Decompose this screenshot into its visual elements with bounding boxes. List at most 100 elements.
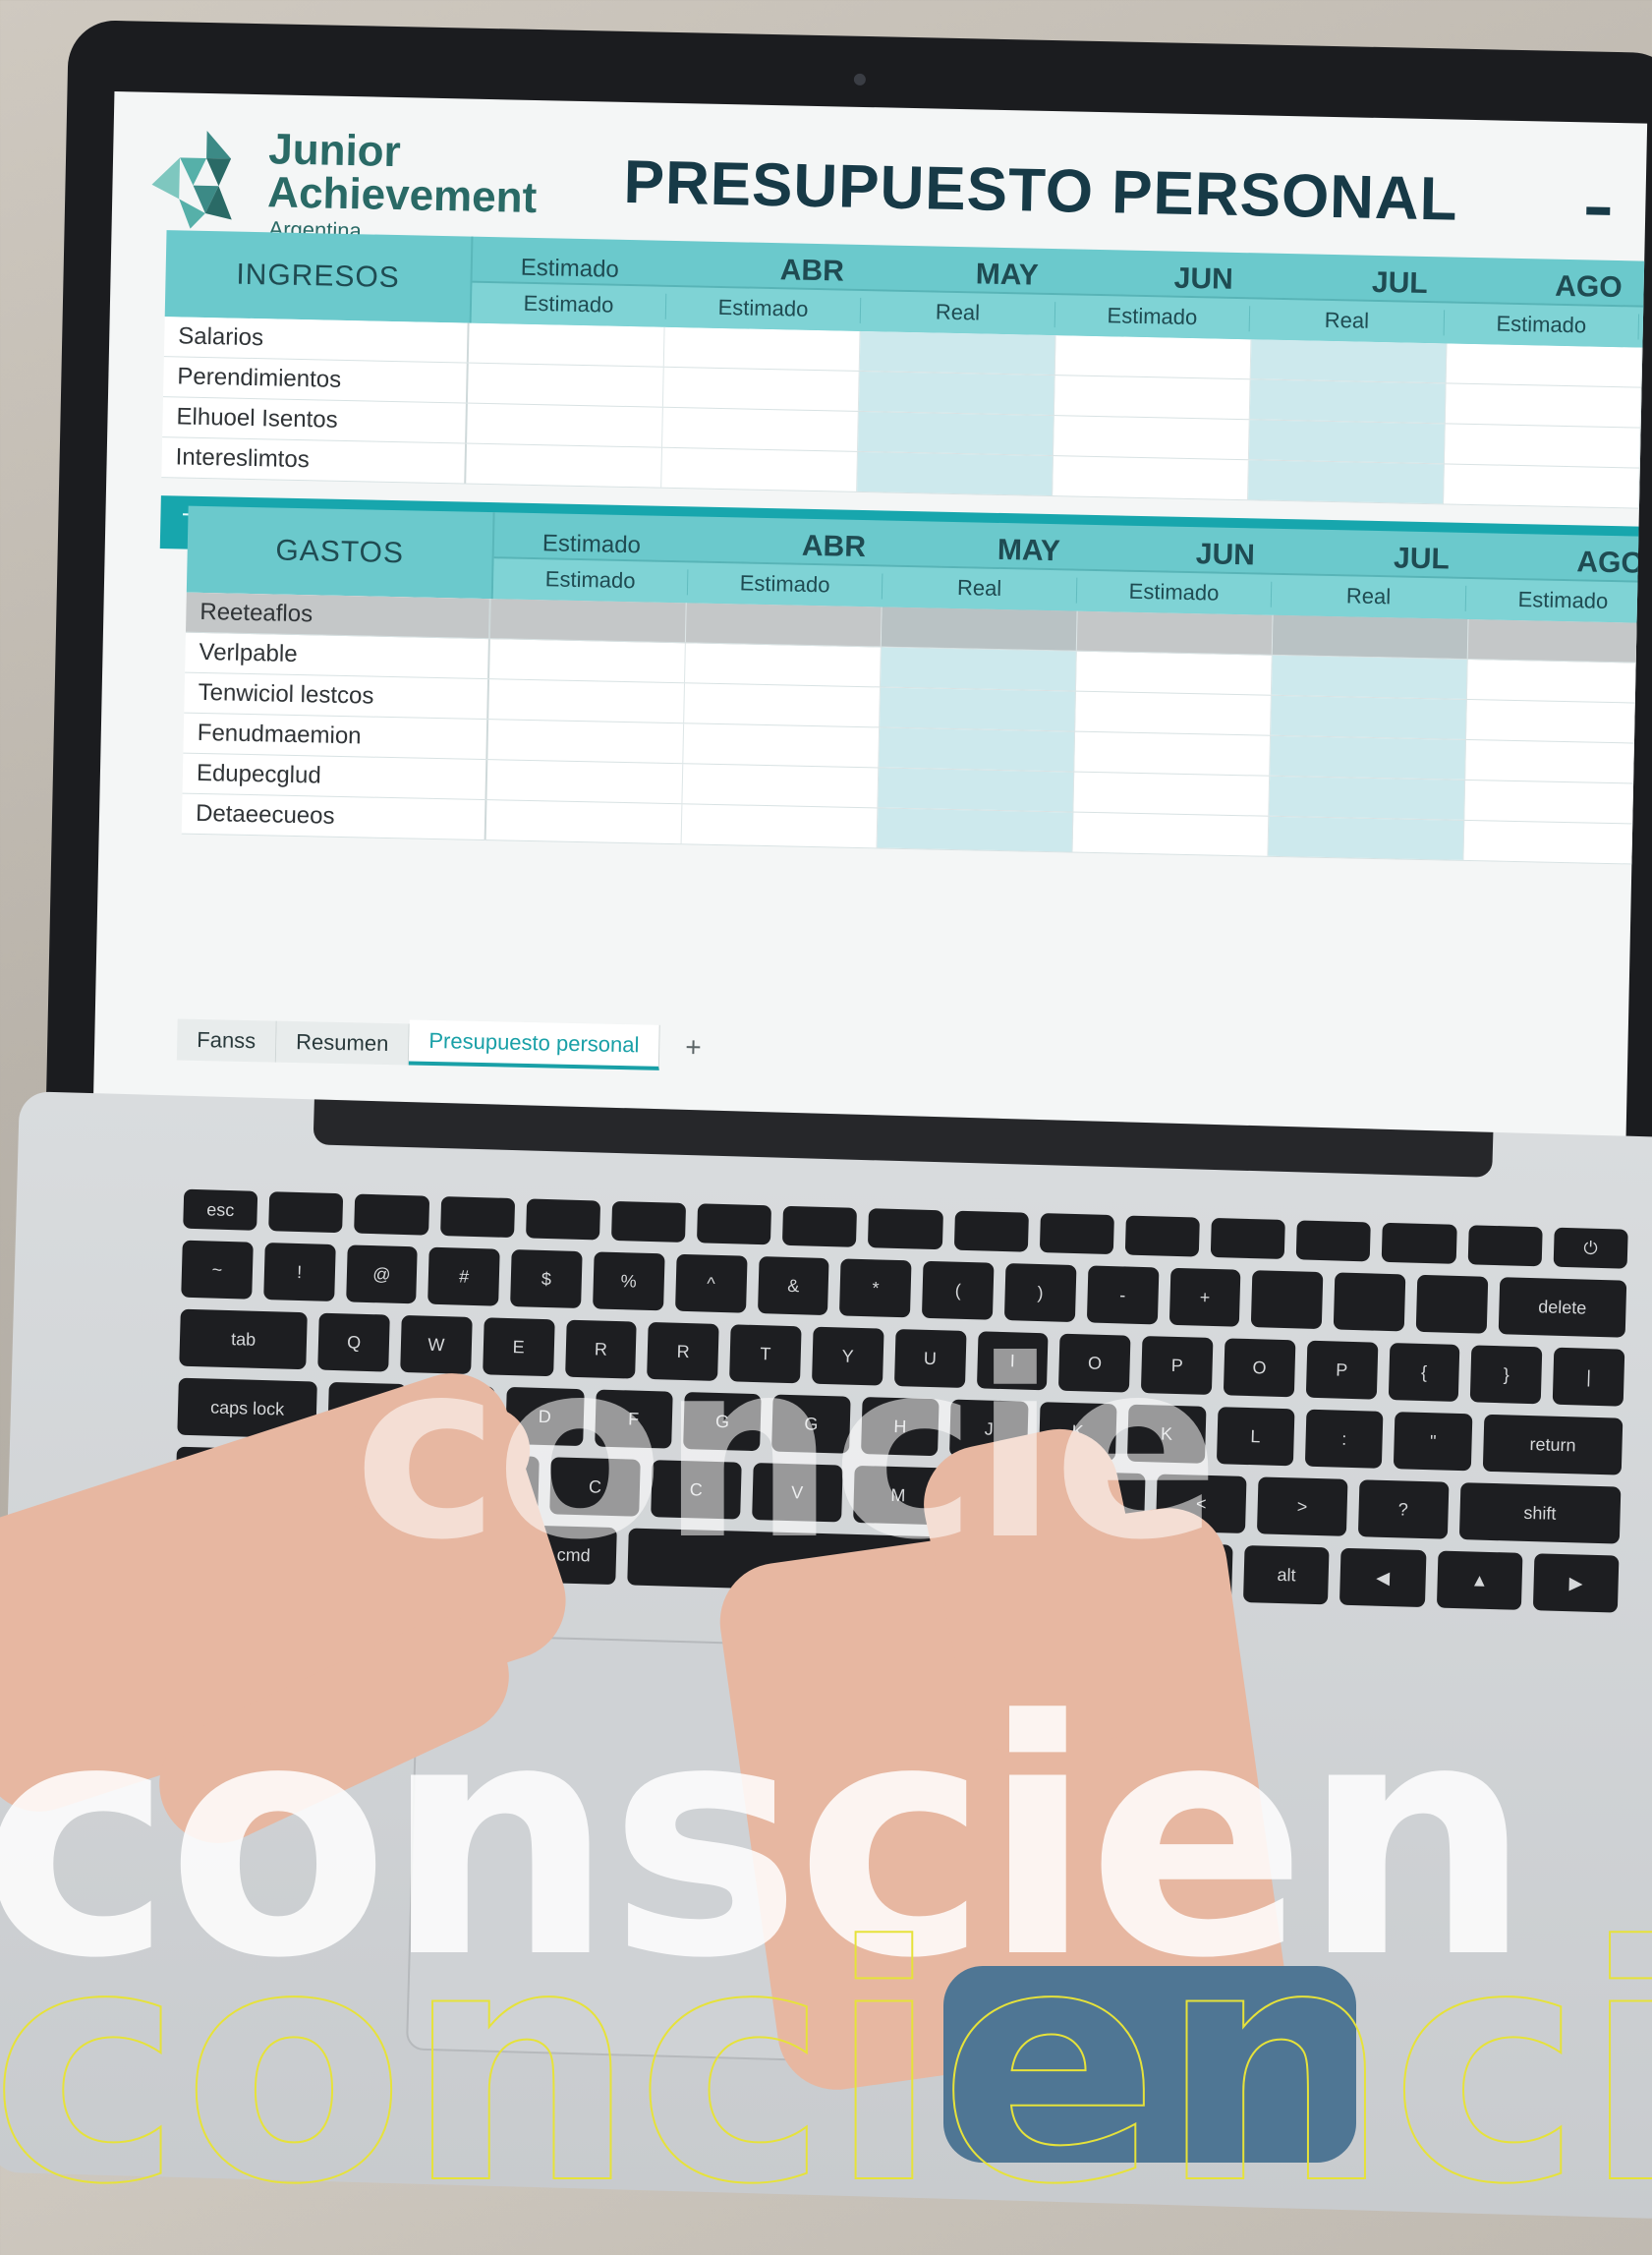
table-cell[interactable] — [681, 804, 879, 848]
keyboard-key[interactable]: ◀ — [1339, 1547, 1427, 1608]
table-cell[interactable] — [466, 443, 663, 488]
keyboard-key[interactable] — [610, 1200, 687, 1243]
table-cell[interactable] — [487, 720, 685, 764]
keyboard-key[interactable] — [1333, 1272, 1406, 1332]
keyboard-key[interactable]: > — [1256, 1476, 1348, 1536]
keyboard-key[interactable]: } — [1470, 1345, 1543, 1405]
keyboard-key[interactable]: | — [1552, 1347, 1625, 1407]
table-cell[interactable] — [1054, 376, 1251, 420]
keyboard-key[interactable]: shift — [1458, 1482, 1622, 1544]
table-cell[interactable] — [1465, 739, 1648, 784]
keyboard-key[interactable] — [1415, 1274, 1489, 1334]
table-cell[interactable] — [1271, 695, 1467, 739]
table-cell[interactable] — [1248, 420, 1446, 464]
table-cell[interactable] — [489, 639, 686, 683]
keyboard-key[interactable]: ~ — [181, 1240, 254, 1300]
keyboard-key[interactable] — [782, 1205, 858, 1247]
keyboard-key[interactable] — [1467, 1225, 1543, 1267]
keyboard-key[interactable]: ? — [1357, 1479, 1450, 1539]
keyboard-key[interactable]: ▶ — [1532, 1553, 1620, 1613]
tab-fanss[interactable]: Fanss — [176, 1018, 277, 1063]
table-cell[interactable] — [1443, 464, 1640, 508]
table-cell[interactable] — [1072, 812, 1270, 856]
keyboard-key[interactable] — [525, 1198, 600, 1241]
table-cell[interactable] — [1053, 456, 1249, 500]
table-cell[interactable] — [467, 363, 664, 407]
table-cell[interactable] — [879, 727, 1076, 772]
table-cell[interactable] — [858, 371, 1055, 416]
keyboard-key[interactable] — [1210, 1217, 1286, 1260]
keyboard-key[interactable] — [1251, 1270, 1324, 1330]
keyboard-key[interactable]: L — [1216, 1407, 1295, 1467]
keyboard-key[interactable] — [1039, 1213, 1114, 1255]
keyboard-key[interactable]: ^ — [674, 1253, 748, 1313]
keyboard-key[interactable]: : — [1304, 1409, 1384, 1469]
keyboard-key[interactable]: # — [427, 1246, 500, 1306]
table-cell[interactable] — [1073, 772, 1271, 816]
table-cell[interactable] — [1074, 731, 1272, 776]
table-cell[interactable] — [661, 447, 858, 491]
table-cell[interactable] — [1268, 816, 1465, 860]
table-cell[interactable] — [1054, 335, 1252, 379]
keyboard-key[interactable]: alt — [1243, 1544, 1330, 1605]
table-cell[interactable] — [467, 403, 663, 447]
table-cell[interactable] — [1270, 735, 1466, 780]
table-cell[interactable] — [1466, 659, 1648, 704]
table-cell[interactable] — [488, 679, 685, 723]
keyboard-key[interactable]: ▲ — [1436, 1550, 1523, 1610]
keyboard-key[interactable]: % — [593, 1251, 665, 1311]
table-cell[interactable] — [685, 643, 882, 687]
keyboard-key[interactable] — [439, 1196, 515, 1239]
table-cell[interactable] — [877, 808, 1074, 852]
keyboard-key[interactable]: tab — [179, 1308, 309, 1370]
keyboard-key[interactable] — [1295, 1220, 1372, 1262]
table-cell[interactable] — [1249, 379, 1447, 424]
table-cell[interactable] — [1271, 655, 1468, 699]
tab-resumen[interactable]: Resumen — [275, 1020, 410, 1066]
keyboard-key[interactable]: ⏻ — [1553, 1227, 1628, 1269]
table-cell[interactable] — [878, 768, 1075, 812]
table-cell[interactable] — [1075, 651, 1273, 695]
table-cell[interactable] — [1463, 820, 1648, 865]
table-cell[interactable] — [881, 607, 1078, 651]
table-cell[interactable] — [682, 764, 880, 808]
keyboard-key[interactable] — [868, 1208, 943, 1250]
keyboard-key[interactable]: delete — [1498, 1277, 1627, 1338]
tab-presupuesto-personal[interactable]: Presupuesto personal — [408, 1019, 660, 1070]
table-cell[interactable] — [468, 322, 665, 367]
keyboard-key[interactable] — [1382, 1222, 1457, 1264]
table-cell[interactable] — [1269, 776, 1466, 820]
keyboard-key[interactable] — [1124, 1215, 1200, 1257]
table-cell[interactable] — [662, 407, 859, 451]
table-cell[interactable] — [1464, 780, 1648, 825]
table-cell[interactable] — [859, 330, 1056, 376]
table-cell[interactable] — [684, 683, 881, 727]
keyboard-key[interactable] — [354, 1193, 429, 1236]
table-cell[interactable] — [1465, 699, 1648, 744]
table-cell[interactable] — [1053, 416, 1250, 460]
keyboard-key[interactable] — [953, 1210, 1029, 1252]
minimize-icon[interactable] — [1586, 206, 1611, 215]
table-cell[interactable] — [685, 603, 883, 647]
table-cell[interactable] — [1076, 610, 1274, 655]
table-cell[interactable] — [1075, 691, 1272, 735]
table-cell[interactable] — [1445, 383, 1642, 428]
keyboard-key[interactable]: ! — [262, 1243, 336, 1302]
table-cell[interactable] — [489, 599, 687, 643]
keyboard-key[interactable] — [696, 1203, 772, 1245]
table-cell[interactable] — [683, 723, 881, 768]
keyboard-key[interactable]: @ — [345, 1244, 419, 1304]
table-cell[interactable] — [663, 326, 861, 371]
table-cell[interactable] — [1444, 424, 1641, 468]
keyboard-key[interactable]: return — [1482, 1414, 1624, 1475]
table-cell[interactable] — [1250, 339, 1448, 383]
keyboard-key[interactable]: $ — [510, 1249, 583, 1309]
table-cell[interactable] — [880, 647, 1077, 691]
table-cell[interactable] — [857, 411, 1054, 456]
table-cell[interactable] — [486, 760, 684, 804]
table-cell[interactable] — [1446, 343, 1643, 387]
keyboard-key[interactable]: " — [1394, 1412, 1473, 1472]
keyboard-key[interactable]: { — [1388, 1343, 1460, 1403]
table-cell[interactable] — [857, 451, 1054, 496]
keyboard-key[interactable]: P — [1305, 1340, 1378, 1400]
